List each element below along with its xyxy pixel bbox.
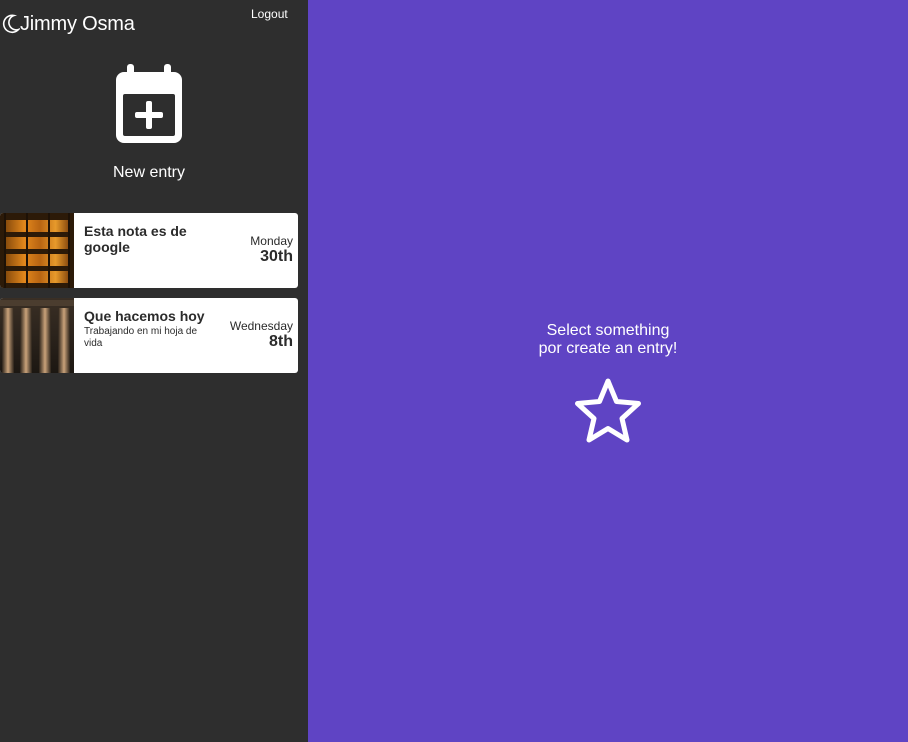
main-content: Select something por create an entry! bbox=[308, 0, 908, 742]
sidebar: Jimmy Osma Logout New entry Esta nota es… bbox=[0, 0, 308, 742]
entry-date: Monday 30th bbox=[218, 213, 298, 288]
new-entry-button[interactable]: New entry bbox=[0, 64, 298, 182]
user-name: Jimmy Osma bbox=[20, 13, 135, 35]
navbar: Jimmy Osma Logout bbox=[0, 0, 308, 50]
entry-day: Wednesday bbox=[229, 319, 293, 333]
entry-title: Esta nota es de google bbox=[84, 223, 187, 255]
entry-card[interactable]: Que hacemos hoy Trabajando en mi hoja de… bbox=[0, 298, 298, 373]
entry-card[interactable]: Esta nota es de google Monday 30th bbox=[0, 213, 298, 288]
empty-message-line-2: por create an entry! bbox=[538, 340, 678, 357]
star-icon bbox=[575, 378, 641, 443]
entry-body: Esta nota es de google bbox=[74, 213, 218, 288]
new-entry-label: New entry bbox=[112, 164, 186, 181]
entry-day-number: 30th bbox=[260, 248, 293, 265]
entry-thumbnail bbox=[0, 213, 74, 288]
entry-title: Que hacemos hoy bbox=[84, 308, 205, 324]
entry-list: Esta nota es de google Monday 30th Que h… bbox=[0, 213, 298, 383]
entry-date: Wednesday 8th bbox=[218, 298, 298, 373]
entry-body: Que hacemos hoy Trabajando en mi hoja de… bbox=[74, 298, 218, 373]
moon-icon bbox=[2, 14, 20, 34]
logout-button[interactable]: Logout bbox=[251, 7, 288, 21]
empty-message-line-1: Select something bbox=[546, 322, 670, 339]
entry-day-number: 8th bbox=[269, 333, 293, 350]
entry-thumbnail bbox=[0, 298, 74, 373]
entry-text: Trabajando en mi hoja de vida bbox=[84, 326, 198, 349]
nothing-selected: Select something por create an entry! bbox=[308, 322, 908, 444]
calendar-plus-icon bbox=[116, 64, 182, 143]
entry-day: Monday bbox=[250, 234, 293, 248]
